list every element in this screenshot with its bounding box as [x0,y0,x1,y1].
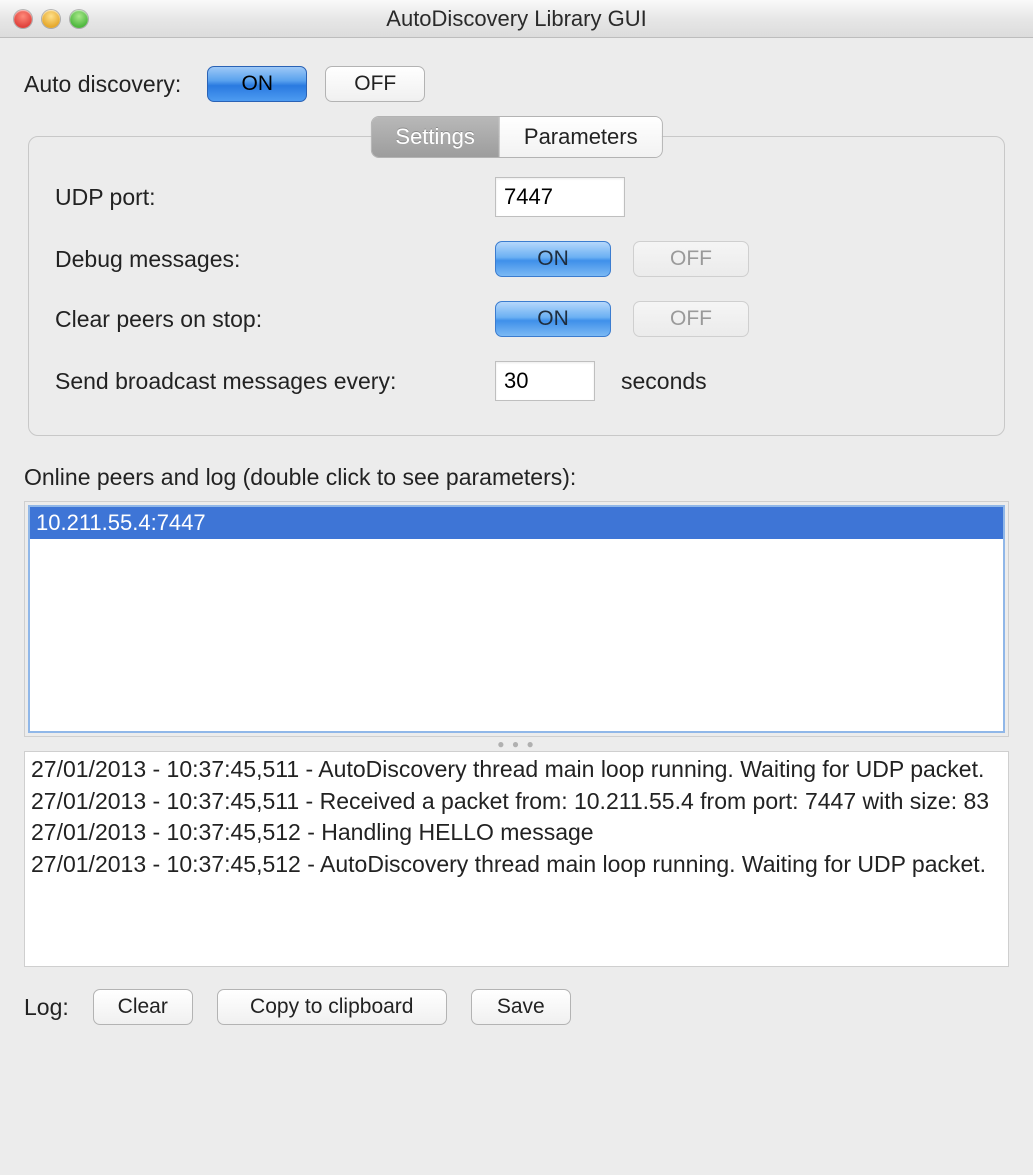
splitter-handle[interactable]: ● ● ● [24,737,1009,751]
peer-list-item[interactable]: 10.211.55.4:7447 [30,507,1003,539]
peers-list-wrap: 10.211.55.4:7447 [24,501,1009,737]
udp-port-label: UDP port: [55,184,495,211]
auto-discovery-on-button[interactable]: ON [207,66,307,102]
log-line: 27/01/2013 - 10:37:45,511 - AutoDiscover… [31,754,1002,786]
auto-discovery-row: Auto discovery: ON OFF [24,66,1009,102]
clear-peers-off-button[interactable]: OFF [633,301,749,337]
log-label: Log: [24,994,69,1021]
settings-groupbox: Settings Parameters UDP port: Debug mess… [28,136,1005,436]
copy-to-clipboard-button[interactable]: Copy to clipboard [217,989,447,1025]
titlebar: AutoDiscovery Library GUI [0,0,1033,38]
debug-off-button[interactable]: OFF [633,241,749,277]
clear-log-button[interactable]: Clear [93,989,193,1025]
zoom-icon[interactable] [70,10,88,28]
udp-port-input[interactable] [495,177,625,217]
broadcast-interval-label: Send broadcast messages every: [55,368,495,395]
tab-settings[interactable]: Settings [371,117,499,157]
debug-messages-row: Debug messages: ON OFF [55,241,978,277]
clear-peers-label: Clear peers on stop: [55,306,495,333]
clear-peers-on-button[interactable]: ON [495,301,611,337]
peers-list[interactable]: 10.211.55.4:7447 [28,505,1005,733]
broadcast-interval-suffix: seconds [621,368,707,395]
debug-messages-label: Debug messages: [55,246,495,273]
close-icon[interactable] [14,10,32,28]
auto-discovery-off-button[interactable]: OFF [325,66,425,102]
log-line: 27/01/2013 - 10:37:45,512 - AutoDiscover… [31,849,1002,881]
window-title: AutoDiscovery Library GUI [0,6,1033,32]
clear-peers-row: Clear peers on stop: ON OFF [55,301,978,337]
debug-on-button[interactable]: ON [495,241,611,277]
udp-port-row: UDP port: [55,177,978,217]
log-output[interactable]: 27/01/2013 - 10:37:45,511 - AutoDiscover… [24,751,1009,967]
broadcast-interval-input[interactable] [495,361,595,401]
save-log-button[interactable]: Save [471,989,571,1025]
log-line: 27/01/2013 - 10:37:45,512 - Handling HEL… [31,817,1002,849]
broadcast-interval-row: Send broadcast messages every: seconds [55,361,978,401]
traffic-lights [0,10,88,28]
tab-parameters[interactable]: Parameters [499,117,662,157]
window-content: Auto discovery: ON OFF Settings Paramete… [0,38,1033,1053]
peers-and-log-label: Online peers and log (double click to se… [24,464,1009,491]
log-buttons-row: Log: Clear Copy to clipboard Save [24,989,1009,1025]
minimize-icon[interactable] [42,10,60,28]
auto-discovery-label: Auto discovery: [24,71,181,98]
tabs: Settings Parameters [371,117,661,157]
log-line: 27/01/2013 - 10:37:45,511 - Received a p… [31,786,1002,818]
